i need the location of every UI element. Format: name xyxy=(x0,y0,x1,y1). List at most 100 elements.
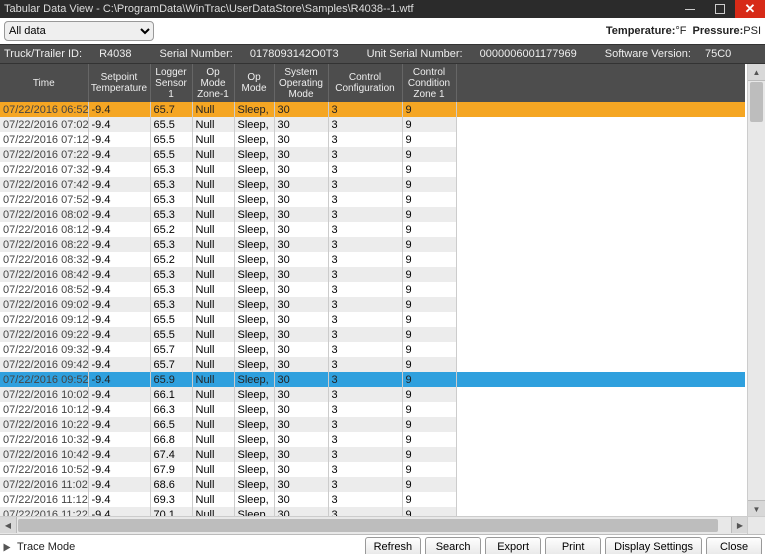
scroll-left-icon[interactable]: ◀ xyxy=(0,517,17,533)
scroll-up-icon[interactable]: ▲ xyxy=(748,64,765,81)
cell[interactable]: 30 xyxy=(274,132,328,147)
cell[interactable]: Null xyxy=(192,297,234,312)
cell[interactable] xyxy=(456,207,745,222)
cell[interactable]: Sleep, xyxy=(234,312,274,327)
cell[interactable] xyxy=(456,492,745,507)
cell[interactable]: Sleep, xyxy=(234,102,274,117)
maximize-button[interactable] xyxy=(705,0,735,18)
search-button[interactable]: Search xyxy=(425,537,481,554)
cell[interactable]: 9 xyxy=(402,252,456,267)
cell[interactable]: Sleep, xyxy=(234,492,274,507)
cell[interactable]: Null xyxy=(192,147,234,162)
cell[interactable]: Null xyxy=(192,102,234,117)
cell[interactable]: Sleep, xyxy=(234,192,274,207)
cell[interactable]: Null xyxy=(192,447,234,462)
cell[interactable]: 67.4 xyxy=(150,447,192,462)
cell[interactable]: 9 xyxy=(402,102,456,117)
refresh-button[interactable]: Refresh xyxy=(365,537,422,554)
cell[interactable]: 3 xyxy=(328,222,402,237)
cell[interactable]: 65.3 xyxy=(150,237,192,252)
cell[interactable] xyxy=(456,147,745,162)
cell[interactable]: 3 xyxy=(328,432,402,447)
cell[interactable]: 07/22/2016 09:12 xyxy=(0,312,88,327)
cell[interactable]: 3 xyxy=(328,327,402,342)
cell[interactable]: 3 xyxy=(328,102,402,117)
cell[interactable]: 65.3 xyxy=(150,177,192,192)
cell[interactable]: -9.4 xyxy=(88,357,150,372)
cell[interactable]: 30 xyxy=(274,177,328,192)
cell[interactable]: Sleep, xyxy=(234,447,274,462)
cell[interactable]: 07/22/2016 08:42 xyxy=(0,267,88,282)
cell[interactable]: -9.4 xyxy=(88,297,150,312)
cell[interactable]: 30 xyxy=(274,447,328,462)
table-row[interactable]: 07/22/2016 08:42-9.465.3NullSleep,3039 xyxy=(0,267,745,282)
cell[interactable] xyxy=(456,177,745,192)
cell[interactable]: 9 xyxy=(402,342,456,357)
cell[interactable]: 30 xyxy=(274,492,328,507)
cell[interactable] xyxy=(456,192,745,207)
cell[interactable] xyxy=(456,102,745,117)
cell[interactable]: 07/22/2016 07:32 xyxy=(0,162,88,177)
cell[interactable]: Sleep, xyxy=(234,282,274,297)
table-row[interactable]: 07/22/2016 07:32-9.465.3NullSleep,3039 xyxy=(0,162,745,177)
data-filter-select[interactable]: All data xyxy=(4,21,154,41)
cell[interactable]: Null xyxy=(192,492,234,507)
cell[interactable]: Null xyxy=(192,462,234,477)
cell[interactable]: -9.4 xyxy=(88,372,150,387)
cell[interactable]: 07/22/2016 09:02 xyxy=(0,297,88,312)
cell[interactable]: 30 xyxy=(274,102,328,117)
cell[interactable]: 3 xyxy=(328,402,402,417)
cell[interactable]: 30 xyxy=(274,387,328,402)
cell[interactable]: 65.9 xyxy=(150,372,192,387)
cell[interactable]: Null xyxy=(192,312,234,327)
cell[interactable]: -9.4 xyxy=(88,417,150,432)
scroll-thumb[interactable] xyxy=(750,82,763,122)
export-button[interactable]: Export xyxy=(485,537,541,554)
cell[interactable]: 9 xyxy=(402,177,456,192)
cell[interactable]: 3 xyxy=(328,312,402,327)
cell[interactable]: 30 xyxy=(274,462,328,477)
cell[interactable]: 9 xyxy=(402,447,456,462)
table-row[interactable]: 07/22/2016 07:02-9.465.5NullSleep,3039 xyxy=(0,117,745,132)
cell[interactable]: 9 xyxy=(402,192,456,207)
cell[interactable]: 30 xyxy=(274,162,328,177)
cell[interactable]: -9.4 xyxy=(88,117,150,132)
cell[interactable]: 65.7 xyxy=(150,357,192,372)
table-row[interactable]: 07/22/2016 09:52-9.465.9NullSleep,3039 xyxy=(0,372,745,387)
col-opzone[interactable]: Op Mode Zone-1 xyxy=(192,64,234,102)
cell[interactable]: 65.3 xyxy=(150,192,192,207)
cell[interactable] xyxy=(456,297,745,312)
table-row[interactable]: 07/22/2016 08:02-9.465.3NullSleep,3039 xyxy=(0,207,745,222)
cell[interactable]: Sleep, xyxy=(234,132,274,147)
cell[interactable]: -9.4 xyxy=(88,402,150,417)
close-window-button[interactable]: ✕ xyxy=(735,0,765,18)
cell[interactable]: 07/22/2016 10:12 xyxy=(0,402,88,417)
cell[interactable] xyxy=(456,327,745,342)
cell[interactable]: 3 xyxy=(328,177,402,192)
cell[interactable]: 3 xyxy=(328,162,402,177)
cell[interactable]: 3 xyxy=(328,192,402,207)
cell[interactable]: Sleep, xyxy=(234,342,274,357)
print-button[interactable]: Print xyxy=(545,537,601,554)
cell[interactable]: -9.4 xyxy=(88,492,150,507)
cell[interactable]: 9 xyxy=(402,282,456,297)
cell[interactable]: 30 xyxy=(274,477,328,492)
minimize-button[interactable] xyxy=(675,0,705,18)
cell[interactable]: -9.4 xyxy=(88,207,150,222)
cell[interactable]: Null xyxy=(192,132,234,147)
cell[interactable] xyxy=(456,417,745,432)
cell[interactable]: 3 xyxy=(328,477,402,492)
cell[interactable]: Sleep, xyxy=(234,402,274,417)
cell[interactable]: 9 xyxy=(402,237,456,252)
cell[interactable]: Null xyxy=(192,237,234,252)
cell[interactable]: -9.4 xyxy=(88,252,150,267)
cell[interactable]: 3 xyxy=(328,372,402,387)
table-row[interactable]: 07/22/2016 08:32-9.465.2NullSleep,3039 xyxy=(0,252,745,267)
cell[interactable]: 30 xyxy=(274,192,328,207)
cell[interactable]: 30 xyxy=(274,327,328,342)
cell[interactable]: Null xyxy=(192,162,234,177)
cell[interactable]: 30 xyxy=(274,417,328,432)
cell[interactable]: 9 xyxy=(402,432,456,447)
cell[interactable]: Sleep, xyxy=(234,477,274,492)
horizontal-scrollbar[interactable]: ◀ ▶ xyxy=(0,516,748,534)
